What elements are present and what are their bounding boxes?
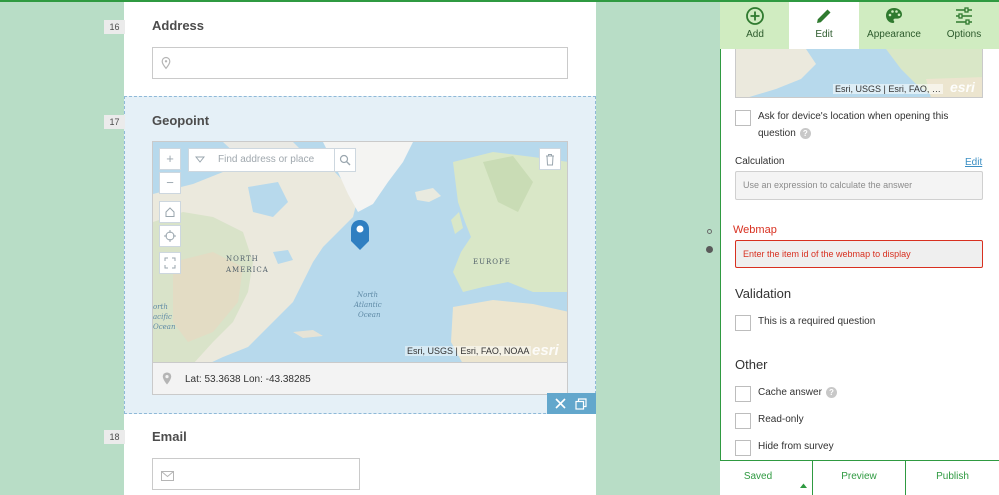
map-attribution: Esri, USGS | Esri, FAO, NOAA — [405, 346, 532, 356]
read-only-checkbox[interactable] — [735, 413, 751, 429]
required-label: This is a required question — [758, 316, 876, 327]
question-title-address[interactable]: Address — [152, 18, 204, 33]
esri-logo: esri — [532, 342, 559, 359]
zoom-in-button[interactable]: + — [159, 148, 181, 170]
panel-esri-logo: esri — [950, 79, 975, 95]
map-pin-marker-icon[interactable] — [350, 219, 370, 256]
calculation-edit-link[interactable]: Edit — [965, 157, 982, 168]
panel-map-attribution: Esri, USGS | Esri, FAO, … — [833, 84, 943, 94]
pencil-icon — [817, 9, 831, 23]
cache-answer-checkbox[interactable] — [735, 386, 751, 402]
sliders-icon — [956, 7, 972, 25]
question-number: 16 — [104, 20, 125, 34]
calculation-label: Calculation — [735, 156, 785, 167]
ask-location-label: Ask for device's location when opening t… — [758, 111, 949, 122]
locate-icon[interactable] — [159, 225, 181, 247]
webmap-label: Webmap — [733, 224, 777, 236]
delete-question-icon[interactable] — [555, 395, 566, 412]
coordinate-readout: Lat: 53.3638 Lon: -43.38285 — [185, 374, 311, 385]
read-only-label: Read-only — [758, 414, 804, 425]
calculation-input[interactable]: Use an expression to calculate the answe… — [735, 171, 983, 200]
preview-button[interactable]: Preview — [813, 461, 905, 495]
webmap-input[interactable]: Enter the item id of the webmap to displ… — [735, 240, 983, 268]
envelope-icon — [161, 468, 174, 486]
validation-heading: Validation — [735, 286, 792, 301]
add-circle-icon — [746, 7, 764, 25]
map-pin-icon — [160, 56, 172, 73]
cache-answer-row: Cache answer? — [758, 385, 837, 401]
question-title-geopoint[interactable]: Geopoint — [152, 113, 209, 128]
hide-from-survey-label: Hide from survey — [758, 441, 834, 452]
trash-icon[interactable] — [539, 148, 561, 170]
help-icon[interactable]: ? — [799, 127, 811, 139]
search-icon[interactable] — [334, 148, 356, 172]
help-icon[interactable]: ? — [825, 386, 837, 398]
options-tab-label: Options — [946, 29, 982, 40]
map-label: orth — [153, 303, 168, 311]
publish-button[interactable]: Publish — [906, 461, 999, 495]
appearance-tab-label: Appearance — [867, 29, 921, 40]
ask-location-checkbox[interactable] — [735, 110, 751, 126]
duplicate-question-icon[interactable] — [575, 395, 587, 413]
required-checkbox[interactable] — [735, 315, 751, 331]
hide-from-survey-checkbox[interactable] — [735, 440, 751, 456]
map-label: NORTH — [226, 255, 259, 263]
ask-location-label-text: question — [758, 128, 796, 139]
map-label: Atlantic — [354, 301, 382, 309]
add-tab-label: Add — [746, 29, 764, 40]
saved-button[interactable]: Saved — [720, 461, 796, 495]
map-label: North — [357, 291, 379, 299]
question-title-email[interactable]: Email — [152, 429, 187, 444]
ask-location-label-2: question? — [758, 126, 811, 142]
home-icon[interactable] — [159, 201, 181, 223]
add-tab[interactable]: Add — [721, 2, 789, 49]
palette-icon — [886, 8, 902, 23]
zoom-out-button[interactable]: − — [159, 172, 181, 194]
map-label: AMERICA — [226, 266, 269, 274]
edit-tab[interactable]: Edit — [789, 2, 859, 49]
question-number: 17 — [104, 115, 125, 129]
question-actions — [547, 393, 596, 414]
map-search-input[interactable]: Find address or place — [218, 154, 314, 165]
map-label: acific — [153, 313, 172, 321]
location-pin-icon — [162, 372, 172, 390]
map-label: Ocean — [358, 311, 381, 319]
map-label: EUROPE — [473, 258, 511, 266]
search-dropdown-icon[interactable] — [188, 148, 212, 172]
other-heading: Other — [735, 357, 768, 372]
question-number: 18 — [104, 430, 125, 444]
appearance-tab[interactable]: Appearance — [859, 2, 929, 49]
caret-up-icon[interactable] — [800, 475, 807, 493]
fullscreen-icon[interactable] — [159, 252, 181, 274]
cache-answer-label: Cache answer — [758, 387, 822, 398]
page-indicator-dot-active[interactable] — [706, 246, 713, 253]
edit-tab-label: Edit — [815, 29, 833, 40]
options-tab[interactable]: Options — [929, 2, 999, 49]
page-indicator-dot[interactable] — [707, 229, 712, 234]
map-label: Ocean — [153, 323, 176, 331]
email-field[interactable] — [152, 458, 360, 490]
address-field[interactable] — [152, 47, 568, 79]
